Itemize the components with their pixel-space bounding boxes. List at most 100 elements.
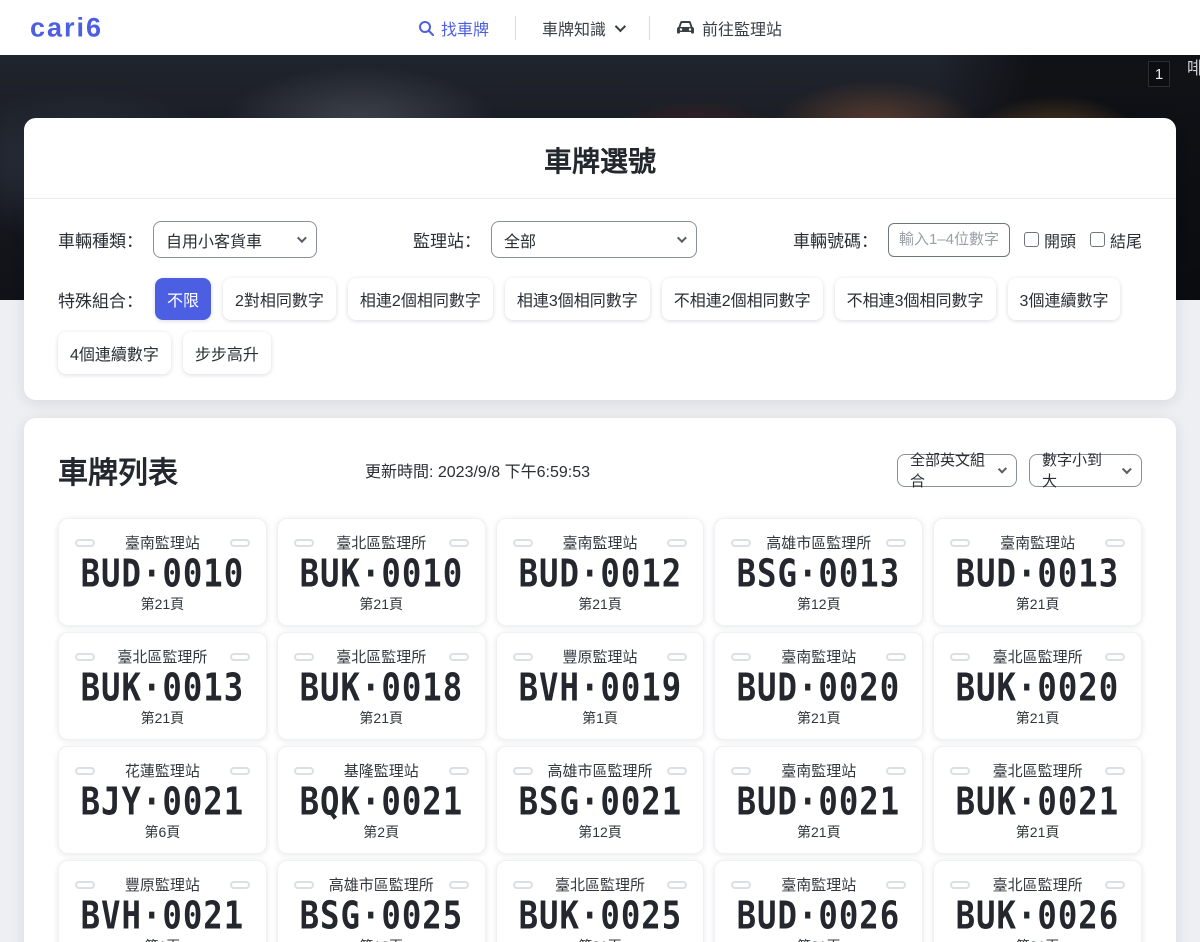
special-option-chip[interactable]: 4個連續數字: [58, 332, 171, 374]
screw-hole-icon: [449, 767, 469, 775]
screw-hole-icon: [731, 539, 751, 547]
plate-card[interactable]: 臺北區監理所BUK·0026第21頁: [933, 860, 1142, 942]
screw-hole-icon: [950, 653, 970, 661]
screw-hole-icon: [667, 539, 687, 547]
plate-station: 豐原監理站: [125, 874, 200, 895]
suffix-checkbox[interactable]: [1090, 232, 1105, 247]
special-option-chip[interactable]: 不限: [155, 278, 211, 320]
plate-grid: 臺南監理站BUD·0010第21頁臺北區監理所BUK·0010第21頁臺南監理站…: [58, 518, 1142, 942]
screw-hole-icon: [294, 767, 314, 775]
prefix-checkbox[interactable]: [1024, 232, 1039, 247]
suffix-checkbox-wrap[interactable]: 結尾: [1090, 228, 1142, 252]
screw-hole-icon: [75, 653, 95, 661]
chevron-down-icon: [998, 464, 1007, 473]
screw-hole-icon: [731, 881, 751, 889]
special-option-chip[interactable]: 相連3個相同數字: [505, 278, 650, 320]
plate-station: 臺北區監理所: [336, 532, 426, 553]
special-option-chip[interactable]: 相連2個相同數字: [348, 278, 493, 320]
screw-hole-icon: [75, 881, 95, 889]
plate-card[interactable]: 臺南監理站BUD·0021第21頁: [714, 746, 923, 854]
plate-card[interactable]: 花蓮監理站BJY·0021第6頁: [58, 746, 267, 854]
selected-value: 全部英文組合: [910, 449, 986, 491]
plate-card[interactable]: 臺南監理站BUD·0026第21頁: [714, 860, 923, 942]
plate-top-row: 臺北區監理所: [278, 646, 485, 667]
plate-card[interactable]: 臺北區監理所BUK·0018第21頁: [277, 632, 486, 740]
nav-item-go-dmv[interactable]: 前往監理站: [676, 16, 782, 40]
plate-page: 第6頁: [59, 822, 266, 842]
selected-value: 全部: [504, 228, 536, 252]
plate-card[interactable]: 臺北區監理所BUK·0013第21頁: [58, 632, 267, 740]
screw-hole-icon: [667, 767, 687, 775]
plate-number: BUD·0026: [717, 897, 920, 935]
plate-top-row: 高雄市區監理所: [497, 760, 704, 781]
screw-hole-icon: [950, 881, 970, 889]
number-order-select[interactable]: 數字小到大: [1029, 454, 1142, 487]
plate-top-row: 臺南監理站: [59, 532, 266, 553]
plate-station: 高雄市區監理所: [329, 874, 434, 895]
screw-hole-icon: [886, 539, 906, 547]
plate-station: 臺北區監理所: [336, 646, 426, 667]
plate-card[interactable]: 臺南監理站BUD·0020第21頁: [714, 632, 923, 740]
plate-card[interactable]: 臺北區監理所BUK·0025第21頁: [496, 860, 705, 942]
brand-logo[interactable]: cari6: [30, 12, 103, 43]
nav-item-plate-knowledge[interactable]: 車牌知識: [542, 16, 623, 40]
plate-card[interactable]: 臺北區監理所BUK·0020第21頁: [933, 632, 1142, 740]
plate-number: BSG·0013: [717, 555, 920, 593]
plate-card[interactable]: 基隆監理站BQK·0021第2頁: [277, 746, 486, 854]
sort-controls: 全部英文組合 數字小到大: [897, 454, 1142, 487]
nav-divider: [515, 16, 516, 40]
screw-hole-icon: [1105, 767, 1125, 775]
plate-list-title: 車牌列表: [58, 448, 178, 492]
letter-combo-select[interactable]: 全部英文組合: [897, 454, 1017, 487]
plate-card[interactable]: 高雄市區監理所BSG·0021第12頁: [496, 746, 705, 854]
nav-item-search-plate[interactable]: 找車牌: [418, 16, 489, 40]
special-option-chip[interactable]: 2對相同數字: [223, 278, 336, 320]
plate-card[interactable]: 高雄市區監理所BSG·0013第12頁: [714, 518, 923, 626]
plate-top-row: 臺北區監理所: [278, 532, 485, 553]
special-option-chip[interactable]: 3個連續數字: [1008, 278, 1121, 320]
plate-card[interactable]: 臺南監理站BUD·0012第21頁: [496, 518, 705, 626]
plate-top-row: 臺北區監理所: [59, 646, 266, 667]
plate-number: BUK·0018: [280, 669, 483, 707]
screw-hole-icon: [513, 653, 533, 661]
plate-top-row: 高雄市區監理所: [278, 874, 485, 895]
plate-top-row: 臺南監理站: [934, 532, 1141, 553]
plate-page: 第21頁: [59, 594, 266, 614]
station-select[interactable]: 全部: [491, 221, 697, 258]
plate-card[interactable]: 豐原監理站BVH·0019第1頁: [496, 632, 705, 740]
car-icon: [676, 20, 695, 35]
special-option-chip[interactable]: 步步高升: [183, 332, 271, 374]
plate-list-header: 車牌列表 更新時間: 2023/9/8 下午6:59:53 全部英文組合 數字小…: [58, 448, 1142, 492]
screw-hole-icon: [75, 767, 95, 775]
screw-hole-icon: [886, 653, 906, 661]
plate-top-row: 高雄市區監理所: [715, 532, 922, 553]
plate-card[interactable]: 豐原監理站BVH·0021第1頁: [58, 860, 267, 942]
plate-number: BSG·0021: [499, 783, 702, 821]
prefix-checkbox-wrap[interactable]: 開頭: [1024, 228, 1076, 252]
screw-hole-icon: [731, 767, 751, 775]
screw-hole-icon: [449, 881, 469, 889]
plate-page: 第2頁: [278, 822, 485, 842]
plate-card[interactable]: 臺北區監理所BUK·0021第21頁: [933, 746, 1142, 854]
screw-hole-icon: [1105, 539, 1125, 547]
plate-card[interactable]: 臺北區監理所BUK·0010第21頁: [277, 518, 486, 626]
plate-card[interactable]: 臺南監理站BUD·0013第21頁: [933, 518, 1142, 626]
plate-page: 第12頁: [715, 594, 922, 614]
special-option-chip[interactable]: 不相連2個相同數字: [662, 278, 823, 320]
plate-number: BVH·0021: [61, 897, 264, 935]
plate-page: 第21頁: [715, 822, 922, 842]
plate-station: 臺北區監理所: [117, 646, 207, 667]
special-option-chip[interactable]: 不相連3個相同數字: [835, 278, 996, 320]
special-combination-row: 特殊組合： 不限2對相同數字相連2個相同數字相連3個相同數字不相連2個相同數字不…: [58, 278, 1142, 374]
plate-number-input[interactable]: [888, 223, 1010, 257]
screw-hole-icon: [230, 881, 250, 889]
plate-number: BUD·0013: [936, 555, 1139, 593]
chevron-down-icon: [1122, 464, 1132, 474]
plate-card[interactable]: 高雄市區監理所BSG·0025第12頁: [277, 860, 486, 942]
plate-card[interactable]: 臺南監理站BUD·0010第21頁: [58, 518, 267, 626]
plate-number: BSG·0025: [280, 897, 483, 935]
screw-hole-icon: [886, 881, 906, 889]
plate-page: 第21頁: [278, 708, 485, 728]
vehicle-type-select[interactable]: 自用小客貨車: [153, 221, 317, 258]
nav-item-label: 車牌知識: [542, 16, 606, 40]
